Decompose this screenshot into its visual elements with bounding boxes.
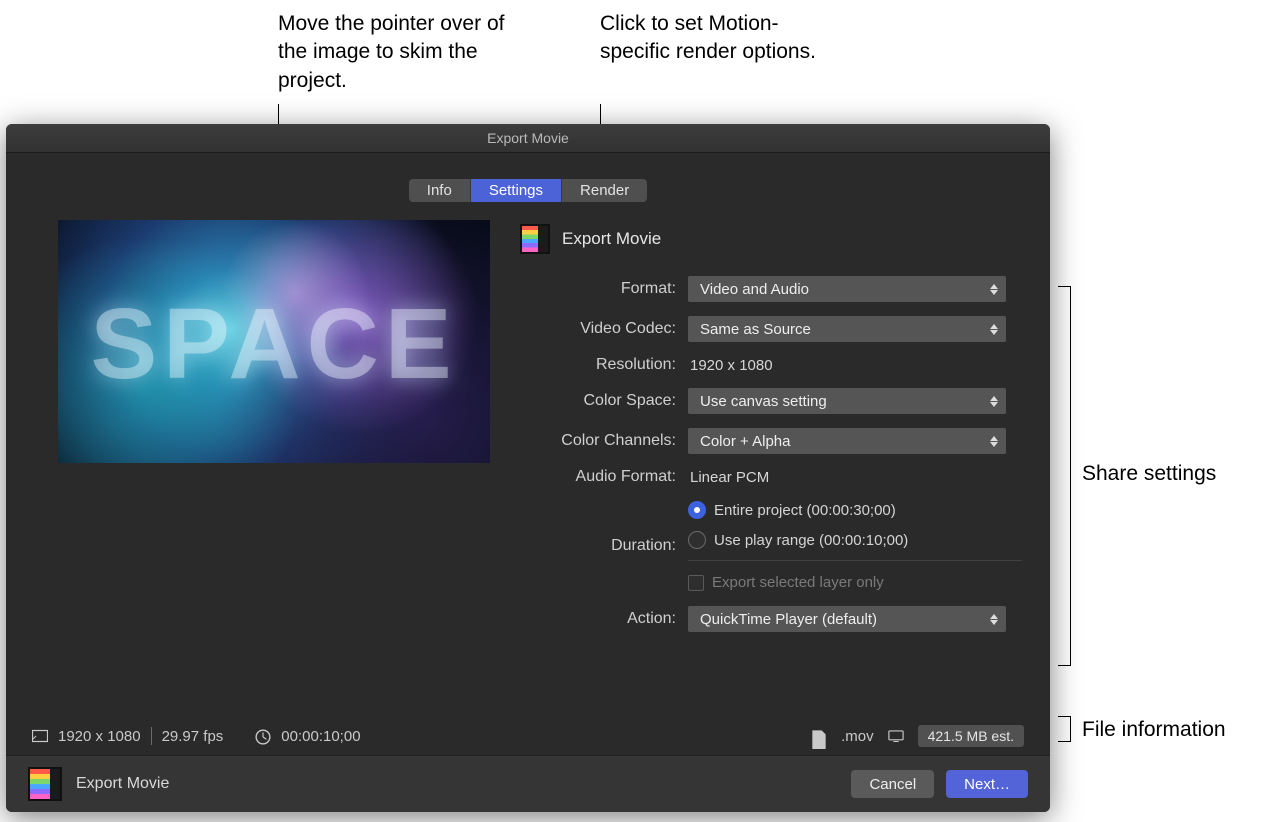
color-space-select[interactable]: Use canvas setting: [688, 388, 1006, 414]
export-movie-dialog: Export Movie Info Settings Render SPACE …: [6, 124, 1050, 812]
label-color-space: Color Space:: [520, 392, 676, 410]
export-selected-checkbox: Export selected layer only: [688, 573, 1022, 592]
color-channels-value: Color + Alpha: [700, 433, 790, 450]
chevron-updown-icon: [988, 436, 1000, 447]
status-extension: .mov: [841, 728, 874, 745]
divider: [151, 727, 152, 745]
monitor-icon: [888, 729, 904, 743]
tab-info[interactable]: Info: [409, 179, 471, 202]
tab-settings[interactable]: Settings: [471, 179, 562, 202]
format-value: Video and Audio: [700, 281, 809, 298]
label-resolution: Resolution:: [520, 356, 676, 374]
duration-range-label: Use play range (00:00:10;00): [714, 532, 908, 549]
status-bar: 1920 x 1080 29.97 fps 00:00:10;00 .mov 4…: [6, 716, 1050, 756]
anno-share-settings: Share settings: [1082, 462, 1216, 486]
checkbox-icon: [688, 575, 704, 591]
callout-preview-hint: Move the pointer over of the image to sk…: [278, 10, 538, 95]
settings-title: Export Movie: [562, 229, 661, 249]
cancel-button[interactable]: Cancel: [851, 770, 934, 798]
label-audio-format: Audio Format:: [520, 468, 676, 486]
video-codec-value: Same as Source: [700, 321, 811, 338]
chevron-updown-icon: [988, 324, 1000, 335]
color-channels-select[interactable]: Color + Alpha: [688, 428, 1006, 454]
next-button[interactable]: Next…: [946, 770, 1028, 798]
cancel-label: Cancel: [869, 776, 916, 793]
label-color-channels: Color Channels:: [520, 432, 676, 450]
footer-title: Export Movie: [76, 775, 169, 793]
chevron-updown-icon: [988, 396, 1000, 407]
anno-file-info: File information: [1082, 718, 1226, 742]
status-fps: 29.97 fps: [162, 728, 224, 745]
bracket-share-settings: [1058, 286, 1071, 666]
callout-text: Click to set Motion-specific render opti…: [600, 12, 816, 63]
tab-bar: Info Settings Render: [6, 153, 1050, 202]
radio-icon: [688, 531, 706, 549]
color-space-value: Use canvas setting: [700, 393, 827, 410]
status-size: 421.5 MB est.: [918, 725, 1024, 747]
duration-entire-label: Entire project (00:00:30;00): [714, 502, 896, 519]
export-selected-label: Export selected layer only: [712, 574, 884, 591]
frame-icon: [32, 729, 48, 743]
status-dimensions: 1920 x 1080: [58, 728, 141, 745]
clock-icon: [255, 729, 271, 743]
audio-format-value: Linear PCM: [688, 469, 1022, 486]
label-action: Action:: [520, 610, 676, 628]
radio-icon: [688, 501, 706, 519]
footer-bar: Export Movie Cancel Next…: [6, 755, 1050, 812]
next-label: Next…: [964, 776, 1010, 793]
status-time: 00:00:10;00: [281, 728, 360, 745]
duration-range-radio[interactable]: Use play range (00:00:10;00): [688, 530, 1022, 550]
tab-segmented-control: Info Settings Render: [409, 179, 647, 202]
window-title: Export Movie: [6, 124, 1050, 153]
divider: [688, 560, 1022, 561]
label-video-codec: Video Codec:: [520, 320, 676, 338]
video-codec-select[interactable]: Same as Source: [688, 316, 1006, 342]
preview-thumbnail[interactable]: SPACE: [58, 220, 490, 463]
bracket-file-info: [1058, 716, 1071, 742]
label-format: Format:: [520, 280, 676, 298]
resolution-value: 1920 x 1080: [688, 357, 1022, 374]
chevron-updown-icon: [988, 614, 1000, 625]
settings-panel: Export Movie Format: Video and Audio Vid…: [520, 220, 1022, 632]
duration-entire-radio[interactable]: Entire project (00:00:30;00): [688, 500, 1022, 520]
preview-word: SPACE: [58, 286, 490, 401]
callout-render-hint: Click to set Motion-specific render opti…: [600, 10, 820, 67]
chevron-updown-icon: [988, 284, 1000, 295]
settings-header: Export Movie: [520, 224, 1022, 254]
tab-render[interactable]: Render: [562, 179, 647, 202]
export-preset-icon: [520, 224, 550, 254]
action-select[interactable]: QuickTime Player (default): [688, 606, 1006, 632]
label-duration: Duration:: [520, 537, 676, 555]
export-preset-icon: [28, 767, 62, 801]
file-icon: [811, 729, 827, 743]
format-select[interactable]: Video and Audio: [688, 276, 1006, 302]
action-value: QuickTime Player (default): [700, 611, 877, 628]
callout-text: Move the pointer over of the image to sk…: [278, 12, 504, 92]
